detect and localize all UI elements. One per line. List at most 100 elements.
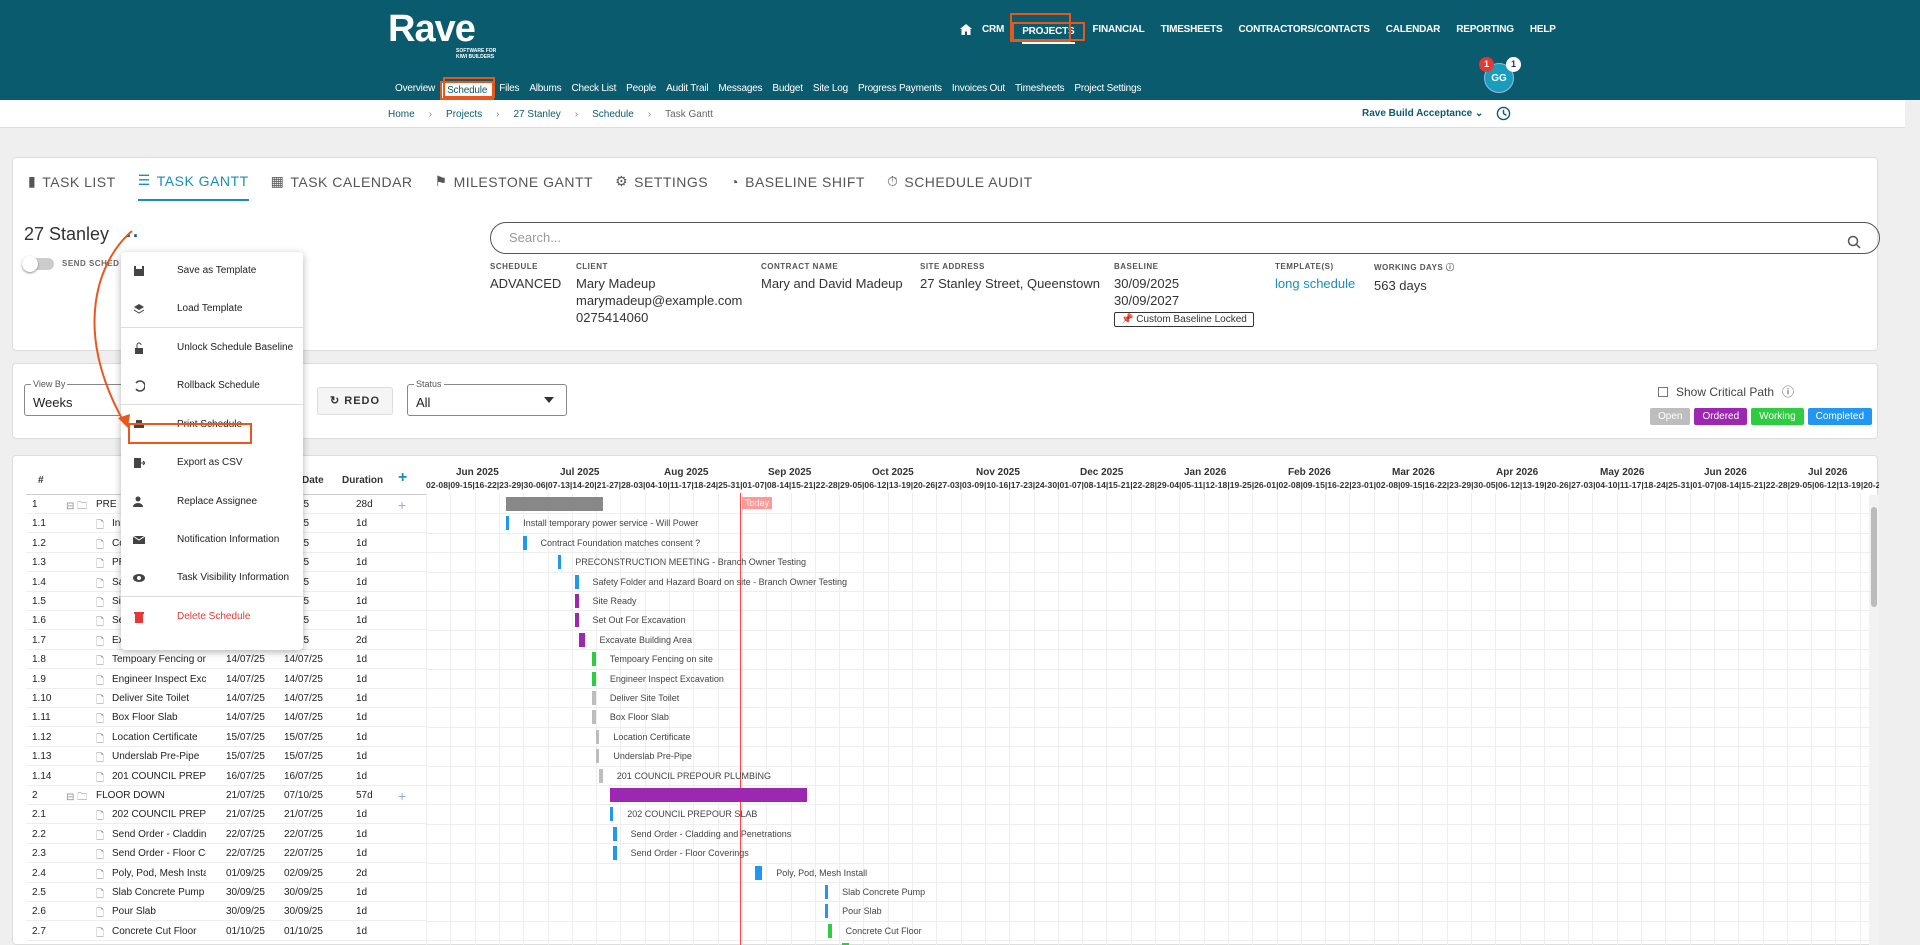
notification-badge[interactable]: 1 (1479, 57, 1494, 72)
table-row[interactable]: 1.13 Underslab Pre-Pipe 15/07/25 15/07/25 1d… (26, 747, 426, 767)
gantt-bar[interactable] (575, 594, 579, 608)
grid-line (1665, 493, 1667, 945)
nav-crm[interactable]: CRM (974, 22, 1012, 41)
gantt-bar[interactable] (575, 574, 579, 589)
tab-task-list[interactable]: ▮ TASK LIST (28, 172, 116, 201)
gantt-bar[interactable] (613, 826, 617, 841)
home-icon[interactable] (952, 22, 974, 41)
subnav-project-settings[interactable]: Project Settings (1069, 81, 1146, 100)
subnav-people[interactable]: People (621, 81, 661, 100)
table-row[interactable]: 1.10 Deliver Site Toilet 14/07/25 14/07/25 1… (26, 689, 426, 708)
subnav-albums[interactable]: Albums (524, 81, 566, 100)
crumb-home[interactable]: Home (388, 109, 415, 120)
tab-task-calendar[interactable]: ▦ TASK CALENDAR (271, 172, 413, 201)
menu-task-visibility[interactable]: Task Visibility Information (121, 559, 303, 597)
gantt-bar[interactable] (505, 516, 510, 531)
subnav-files[interactable]: Files (494, 81, 524, 100)
baseline-locked-badge[interactable]: 📌 Custom Baseline Locked (1114, 312, 1254, 327)
gantt-bar[interactable] (609, 807, 614, 822)
scrollbar[interactable] (1869, 495, 1879, 945)
subnav-site-log[interactable]: Site Log (808, 81, 853, 100)
subnav-progress-payments[interactable]: Progress Payments (853, 81, 947, 100)
gantt-bar[interactable] (828, 923, 832, 938)
gantt-bar[interactable] (599, 768, 603, 783)
menu-export-csv[interactable]: Export as CSV (121, 444, 303, 482)
template-link[interactable]: long schedule (1275, 275, 1355, 292)
menu-rollback[interactable]: Rollback Schedule (121, 367, 303, 405)
add-task-icon[interactable]: + (398, 469, 407, 487)
gantt-bar[interactable] (592, 671, 596, 686)
table-row[interactable]: 2.8Drains after stripping B06/10/2507/10… (26, 941, 426, 945)
subnav-messages[interactable]: Messages (713, 81, 767, 100)
gantt-bar[interactable] (592, 691, 596, 705)
crumb-schedule[interactable]: Schedule (592, 109, 634, 120)
menu-replace-assignee[interactable]: Replace Assignee (121, 483, 303, 521)
nav-financial[interactable]: FINANCIAL (1085, 22, 1153, 41)
history-icon[interactable] (1496, 106, 1511, 126)
rave-logo[interactable]: Rave SOFTWARE FOR KIWI BUILDERS (388, 10, 506, 60)
critical-path-toggle[interactable]: Show Critical Path ⓘ (1658, 383, 1794, 400)
search-icon[interactable] (1847, 230, 1861, 260)
nav-contractors[interactable]: CONTRACTORS/CONTACTS (1231, 22, 1378, 41)
tab-baseline-shift[interactable]: ◔ BASELINE SHIFT (730, 172, 865, 201)
workflow-select[interactable]: Rave Build Acceptance ⌄ (1362, 108, 1483, 119)
crumb-projects[interactable]: Projects (446, 109, 482, 120)
search-input[interactable]: Search... (490, 222, 1880, 254)
gantt-bar[interactable] (578, 632, 586, 647)
gantt-bar[interactable] (505, 497, 603, 511)
subnav-timesheets[interactable]: Timesheets (1010, 81, 1069, 100)
table-row[interactable]: 1.12 Location Certificate 15/07/25 15/07/25… (26, 728, 426, 747)
gantt-bar[interactable] (523, 535, 527, 550)
gantt-bar[interactable] (592, 710, 596, 725)
month-label: Jun 2026 (1704, 467, 1747, 478)
table-row[interactable]: 2 FLOOR DOWN 21/07/25 07/10/25 57d ⊟ 🗀 (26, 786, 426, 805)
gantt-bar[interactable] (609, 788, 808, 802)
tab-milestone-gantt[interactable]: ⚑ MILESTONE GANTT (435, 172, 594, 201)
crumb-project[interactable]: 27 Stanley (514, 109, 561, 120)
menu-delete-schedule[interactable]: Delete Schedule (121, 598, 303, 636)
subnav-audit-trail[interactable]: Audit Trail (661, 81, 713, 100)
table-row[interactable]: 1.14 201 COUNCIL PREPO 16/07/25 16/07/25 1d 🗋 (26, 767, 426, 786)
subnav-invoices-out[interactable]: Invoices Out (947, 81, 1010, 100)
gantt-bar[interactable] (557, 555, 562, 570)
table-row[interactable]: 2.4 Poly, Pod, Mesh Install 01/09/25 02/09/… (26, 864, 426, 883)
table-row[interactable]: 1.8 Tempoary Fencing on s 14/07/25 14/07/25… (26, 650, 426, 670)
gantt-bar[interactable] (824, 885, 829, 899)
gantt-bar[interactable] (592, 652, 596, 667)
tab-schedule-audit[interactable]: ⏱ SCHEDULE AUDIT (887, 172, 1033, 201)
gantt-bar[interactable] (575, 613, 579, 628)
table-row[interactable]: 1.9 Engineer Inspect Exca 14/07/25 14/07/25… (26, 670, 426, 689)
nav-timesheets[interactable]: TIMESHEETS (1153, 22, 1231, 41)
table-row[interactable]: 2.1 202 COUNCIL PREPO 21/07/25 21/07/25 1d 🗋 (26, 805, 426, 825)
menu-notification-info[interactable]: Notification Information (121, 521, 303, 559)
nav-help[interactable]: HELP (1522, 22, 1564, 41)
menu-unlock-baseline[interactable]: Unlock Schedule Baseline (121, 329, 303, 367)
table-row[interactable]: 2.6 Pour Slab 30/09/25 30/09/25 1d 🗋 (26, 902, 426, 922)
tab-task-gantt[interactable]: ☰ TASK GANTT (137, 172, 249, 201)
message-badge[interactable]: 1 (1506, 57, 1521, 72)
table-row[interactable]: 2.7 Concrete Cut Floor 01/10/25 01/10/25 1d 🗋 (26, 922, 426, 941)
menu-load-template[interactable]: Load Template (121, 290, 303, 328)
table-row[interactable]: 2.2 Send Order - Cladding 22/07/25 22/07/25… (26, 825, 426, 844)
add-subtask-icon[interactable]: + (398, 497, 406, 513)
nav-calendar[interactable]: CALENDAR (1378, 22, 1449, 41)
subnav-checklist[interactable]: Check List (566, 81, 621, 100)
tab-settings[interactable]: ⚙ SETTINGS (615, 172, 708, 201)
gantt-bar[interactable] (595, 729, 600, 744)
table-row[interactable]: 2.5 Slab Concrete Pump 30/09/25 30/09/25 1d 🗋 (26, 883, 426, 902)
add-subtask-icon[interactable]: + (398, 788, 406, 804)
gantt-bar[interactable] (824, 904, 829, 919)
status-select[interactable]: Status All (407, 379, 567, 416)
nav-reporting[interactable]: REPORTING (1448, 22, 1522, 41)
table-row[interactable]: 2.3 Send Order - Floor Cov 22/07/25 22/07/2… (26, 844, 426, 864)
critical-path-checkbox[interactable] (1658, 386, 1668, 397)
gantt-bar[interactable] (613, 846, 617, 861)
send-schedule-toggle[interactable] (22, 256, 54, 272)
gantt-bar[interactable] (595, 749, 600, 764)
gantt-bar[interactable] (755, 865, 763, 880)
subnav-budget[interactable]: Budget (767, 81, 808, 100)
redo-button[interactable]: ↻ REDO (317, 387, 393, 415)
table-row[interactable]: 1.11 Box Floor Slab 14/07/25 14/07/25 1d 🗋 (26, 708, 426, 728)
menu-save-template[interactable]: Save as Template (121, 252, 303, 290)
subnav-overview[interactable]: Overview (390, 81, 440, 100)
